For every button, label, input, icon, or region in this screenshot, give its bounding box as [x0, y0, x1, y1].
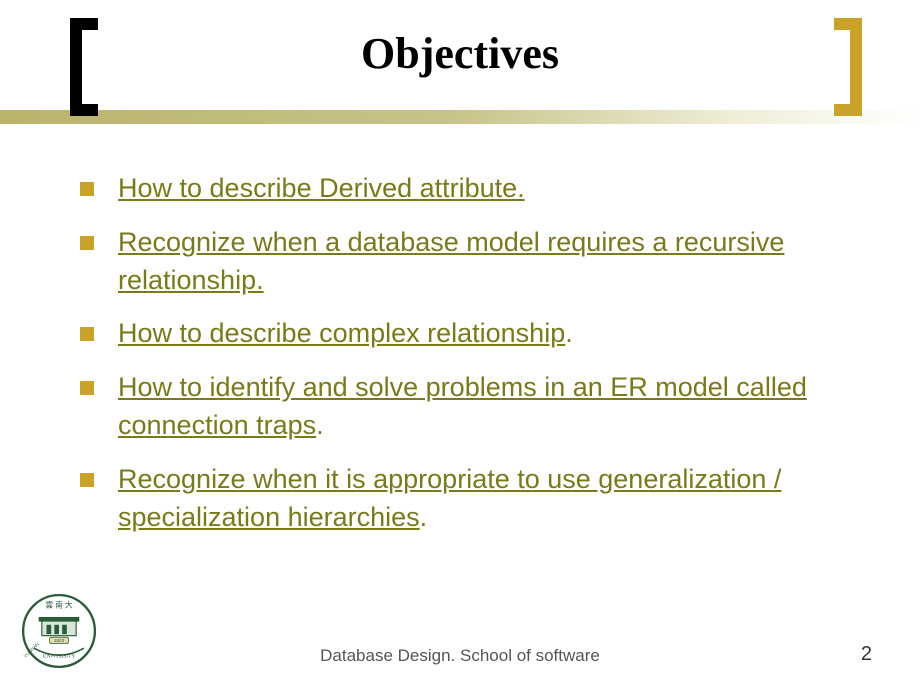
- objective-link[interactable]: Recognize when it is appropriate to use …: [118, 464, 781, 532]
- trailing-punct: .: [565, 318, 573, 348]
- svg-text:1923: 1923: [54, 638, 65, 643]
- objective-link[interactable]: How to identify and solve problems in an…: [118, 372, 807, 440]
- slide-header: Objectives: [0, 0, 920, 130]
- trailing-punct: .: [420, 502, 428, 532]
- objective-link[interactable]: How to describe complex relationship: [118, 318, 565, 348]
- list-item: Recognize when it is appropriate to use …: [80, 461, 850, 537]
- list-item: How to describe Derived attribute.: [80, 170, 850, 208]
- svg-text:雲 南 大: 雲 南 大: [45, 600, 72, 610]
- slide-footer: 雲 南 大 1923 UNIVERSITY YUNNAN Database De…: [0, 622, 920, 672]
- footer-text: Database Design. School of software: [0, 646, 920, 666]
- trailing-punct: .: [316, 410, 324, 440]
- slide-content: How to describe Derived attribute. Recog…: [0, 130, 920, 536]
- header-underline: [0, 110, 920, 124]
- page-number: 2: [861, 643, 872, 666]
- objective-link[interactable]: Recognize when a database model requires…: [118, 227, 784, 295]
- objective-link[interactable]: How to describe Derived attribute.: [118, 173, 525, 203]
- objectives-list: How to describe Derived attribute. Recog…: [80, 170, 850, 536]
- list-item: Recognize when a database model requires…: [80, 224, 850, 300]
- slide-title: Objectives: [0, 28, 920, 79]
- list-item: How to describe complex relationship.: [80, 315, 850, 353]
- list-item: How to identify and solve problems in an…: [80, 369, 850, 445]
